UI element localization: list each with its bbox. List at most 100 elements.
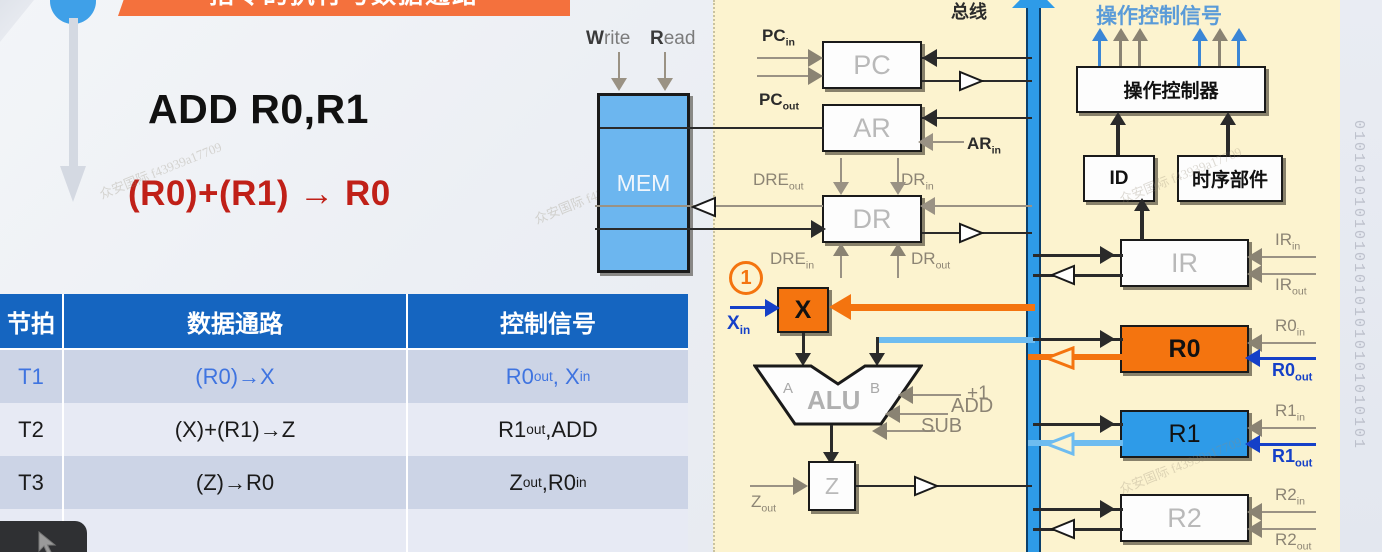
instruction-text: ADD R0,R1 [148, 86, 369, 132]
table-cell-path: (R0)→X [64, 350, 408, 403]
pc-in-label: PCin [762, 26, 795, 49]
dr-bottom-arrow-icon-1 [833, 243, 849, 256]
register-ir-label: IR [1171, 247, 1198, 278]
bus-to-pc-arrow-icon [922, 49, 937, 67]
z-out-ctrl-arrow-icon [793, 477, 808, 495]
register-dr[interactable]: DR [822, 195, 922, 243]
register-r1[interactable]: R1 [1120, 410, 1249, 458]
r1-to-bus-highlight-line [1028, 440, 1123, 446]
r2-in-arrow-icon [1247, 503, 1262, 521]
register-dr-label: DR [852, 203, 892, 234]
table-cell-beat: T1 [0, 350, 64, 403]
table-header-beat: 节拍 [0, 294, 64, 350]
ar-in-arrow-icon [918, 133, 933, 151]
bus-label: 总线 [951, 2, 987, 22]
signal-a: Z [509, 469, 523, 495]
ar-in-label: ARin [967, 134, 1001, 157]
table-cell-path: (Z)→R0 [64, 456, 408, 509]
register-ar-label: AR [853, 112, 891, 143]
dr-tristate-buffer-icon [958, 222, 984, 244]
system-bus [1026, 6, 1041, 552]
signal-b: ,R0 [541, 469, 577, 495]
bus-to-dr-line [922, 205, 1032, 207]
signal-b-sub: in [579, 369, 591, 384]
bus-to-r0-arrow-icon [1100, 330, 1115, 348]
timing-unit[interactable]: 时序部件 [1177, 155, 1283, 202]
register-pc-label: PC [853, 49, 891, 80]
ir-in-line [1260, 256, 1316, 258]
register-r2[interactable]: R2 [1120, 494, 1249, 542]
title-banner: 指令的执行与数据通路 [118, 0, 570, 16]
signal-b: , X [552, 363, 580, 389]
read-text: ead [663, 28, 696, 49]
r0-out-arrow-icon [1245, 349, 1260, 367]
r2-in-line [1260, 511, 1316, 513]
r2-out-line [1260, 528, 1316, 530]
register-r0[interactable]: R0 [1120, 325, 1249, 373]
ir-out-line [1260, 273, 1316, 275]
signal-a-sub: out [522, 475, 542, 490]
table-header-row: 节拍 数据通路 控制信号 [0, 294, 688, 350]
memory-block: MEM [597, 93, 690, 273]
memory-write-label: Write [586, 28, 631, 49]
z-tristate-buffer-icon [913, 475, 939, 497]
write-arrow-icon [611, 78, 627, 91]
cpu-datapath-diagram: 010101010101010101010101010101 总线 PC PCi… [595, 0, 1382, 552]
register-z[interactable]: Z [808, 461, 856, 511]
ir-in-label: IRin [1275, 230, 1301, 253]
table-cell-signal: R0 out, Xin [408, 350, 688, 403]
instruction-decoder[interactable]: ID [1083, 155, 1155, 202]
table-row[interactable]: T3 (Z)→R0 Zout ,R0 in [0, 456, 688, 509]
register-x-label: X [794, 295, 812, 324]
bus-to-alu-b-line [877, 337, 1035, 343]
register-x[interactable]: X [777, 287, 829, 333]
register-pc[interactable]: PC [822, 41, 922, 89]
down-arrow-icon [60, 18, 86, 208]
table-row[interactable]: T4 [0, 509, 688, 552]
r0-to-bus-highlight-line [1028, 354, 1123, 360]
r2-tristate-buffer-icon [1050, 518, 1076, 540]
id-to-controller-arrow-icon [1110, 112, 1126, 125]
bus-to-x-highlight-line [845, 304, 1035, 311]
table-cell-beat: T3 [0, 456, 64, 509]
alu-port-b-label: B [870, 380, 881, 397]
control-signal-title: 操作控制信号 [1096, 5, 1222, 28]
ir-out-label: IRout [1275, 275, 1307, 298]
pc-out-label: PCout [759, 90, 799, 113]
mem-to-dr-arrow-icon [811, 220, 826, 238]
table-row[interactable]: T1 (R0)→X R0 out, Xin [0, 350, 688, 403]
bus-to-r2-arrow-icon [1100, 500, 1115, 518]
table-cell-signal [408, 509, 688, 552]
r2-in-label: R2in [1275, 485, 1305, 508]
bus-to-x-arrow-icon [829, 294, 851, 320]
operation-controller[interactable]: 操作控制器 [1076, 66, 1266, 113]
r1-tristate-buffer-icon [1045, 432, 1075, 456]
register-ir[interactable]: IR [1120, 239, 1249, 287]
table-cell-beat: T2 [0, 403, 64, 456]
signal-a-sub: out [533, 369, 553, 384]
r0-tristate-buffer-icon [1045, 346, 1075, 370]
alu-op-sub-label: SUB [921, 415, 963, 437]
operation-controller-label: 操作控制器 [1123, 81, 1219, 102]
step-badge-1: 1 [729, 261, 763, 295]
bus-to-r1-arrow-icon [1100, 415, 1115, 433]
signal-a: R1 [498, 416, 527, 442]
dr-out-label: DRout [911, 249, 951, 272]
table-cell-path [64, 509, 408, 552]
table-row[interactable]: T2 (X)+(R1)→Z R1 out ,ADD [0, 403, 688, 456]
memory-read-label: Read [650, 28, 696, 49]
dr-top-arrow-icon-2 [890, 182, 906, 195]
table-cell-path: (X)+(R1)→Z [64, 403, 408, 456]
bus-to-ar-arrow-icon [922, 109, 937, 127]
dre-in-label: DREin [770, 249, 815, 272]
binary-background-decoration: 010101010101010101010101010101 [1340, 0, 1382, 552]
bus-to-pc-line [922, 57, 1032, 59]
r1-out-arrow-icon [1245, 435, 1260, 453]
pc-tristate-buffer-icon [958, 70, 984, 92]
dr-bottom-arrow-icon-2 [890, 243, 906, 256]
register-ar[interactable]: AR [822, 104, 922, 152]
r2-out-arrow-icon [1247, 520, 1262, 538]
dr-top-arrow-icon-1 [833, 182, 849, 195]
register-r2-label: R2 [1167, 502, 1202, 533]
alu-op-arrow-1-icon [898, 386, 913, 404]
